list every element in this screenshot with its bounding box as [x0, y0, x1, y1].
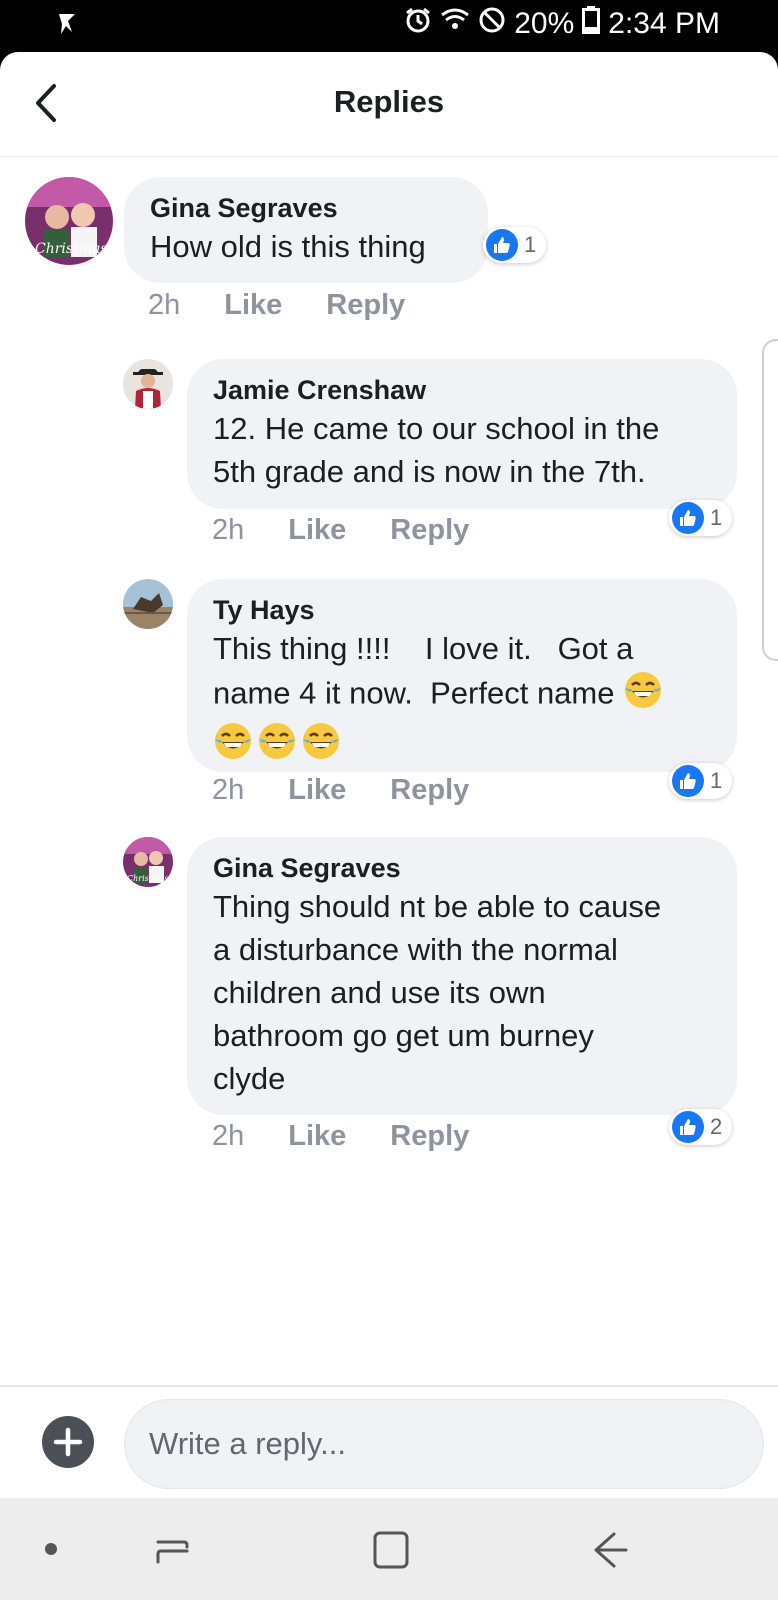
svg-text:Christmas: Christmas — [127, 874, 168, 883]
timestamp: 2h — [212, 774, 245, 806]
comment-bubble: Jamie Crenshaw 12. He came to our school… — [187, 359, 737, 509]
comment-text: This thing !!!! I love it. Got a — [213, 627, 711, 670]
reaction-count[interactable]: 1 — [669, 763, 733, 799]
like-button[interactable]: Like — [224, 289, 282, 322]
like-button[interactable]: Like — [288, 514, 346, 547]
comment-text: a disturbance with the normal — [213, 932, 618, 967]
comment: Christmas Gina Segraves Thing should nt … — [0, 837, 778, 1217]
home-button[interactable] — [372, 1530, 410, 1575]
face-with-tears-of-joy-icon — [257, 721, 297, 772]
comment-text-line: This thing !!!! I love it. Got a — [213, 631, 634, 666]
like-button[interactable]: Like — [288, 774, 346, 807]
home-icon — [373, 1531, 409, 1569]
reaction-number: 2 — [710, 1114, 723, 1139]
reply-composer — [0, 1385, 778, 1498]
face-with-tears-of-joy-icon — [213, 721, 253, 772]
timestamp: 2h — [212, 514, 245, 546]
reply-button[interactable]: Reply — [390, 514, 469, 547]
reaction-count[interactable]: 2 — [669, 1109, 733, 1145]
comment-text: Thing should nt be able to cause — [213, 889, 662, 924]
reply-button[interactable]: Reply — [326, 289, 405, 322]
face-with-tears-of-joy-icon — [623, 670, 663, 721]
reply-button[interactable]: Reply — [390, 774, 469, 807]
comment-text: clyde — [213, 1061, 286, 1096]
like-button[interactable]: Like — [288, 1120, 346, 1153]
reply-button[interactable]: Reply — [390, 1120, 469, 1153]
like-icon — [486, 229, 518, 261]
reaction-number: 1 — [524, 232, 537, 257]
status-icons: 20% 2:34 PM — [404, 6, 720, 42]
back-nav-button[interactable] — [592, 1530, 630, 1575]
comment-meta: 2h Like Reply — [212, 1120, 513, 1153]
wifi-icon — [440, 6, 470, 42]
battery-percent: 20% — [514, 7, 575, 40]
comment-author[interactable]: Jamie Crenshaw — [213, 373, 711, 407]
system-nav-bar — [0, 1498, 778, 1600]
add-attachment-button[interactable] — [42, 1416, 94, 1468]
header: Replies — [0, 52, 778, 157]
page-title: Replies — [333, 84, 445, 119]
comment-text-line: name 4 it now. Perfect name — [213, 675, 615, 711]
reaction-number: 1 — [710, 505, 723, 530]
reaction-count[interactable]: 1 — [483, 227, 547, 263]
avatar[interactable] — [123, 359, 173, 409]
comment: Christmas Gina Segraves How old is this … — [0, 157, 778, 337]
notification-icon — [56, 12, 78, 41]
avatar[interactable]: Christmas — [123, 837, 173, 887]
alarm-icon — [404, 6, 432, 42]
comment-text: 12. He came to our school in the — [213, 411, 660, 446]
battery-icon — [582, 6, 601, 42]
clock: 2:34 PM — [608, 7, 720, 40]
nav-dot-icon[interactable] — [44, 1542, 58, 1561]
replies-thread: Christmas Gina Segraves How old is this … — [0, 157, 778, 1387]
do-not-disturb-icon — [478, 6, 506, 42]
comment-bubble: Gina Segraves How old is this thing — [124, 177, 488, 283]
like-icon — [672, 1111, 704, 1143]
timestamp: 2h — [148, 289, 181, 321]
comment-text: name 4 it now. Perfect name — [213, 670, 711, 721]
face-with-tears-of-joy-icon — [301, 721, 341, 772]
comment-text: bathroom go get um burney — [213, 1018, 594, 1053]
avatar[interactable] — [123, 579, 173, 629]
comment-text: 5th grade and is now in the 7th. — [213, 454, 646, 489]
comment-meta: 2h Like Reply — [148, 289, 449, 322]
comment: Ty Hays This thing !!!! I love it. Got a… — [0, 577, 778, 827]
timestamp: 2h — [212, 1120, 245, 1152]
like-icon — [672, 502, 704, 534]
avatar[interactable]: Christmas — [25, 177, 113, 265]
comment-text: How old is this thing — [150, 229, 426, 264]
comment: Jamie Crenshaw 12. He came to our school… — [0, 357, 778, 567]
recent-apps-icon — [156, 1540, 189, 1564]
replies-screen: Replies Christmas Gina Segraves How old … — [0, 52, 778, 1498]
back-arrow-icon — [594, 1532, 628, 1568]
comment-text: children and use its own — [213, 975, 546, 1010]
svg-text:Christmas: Christmas — [35, 241, 108, 257]
comment-author[interactable]: Gina Segraves — [150, 191, 462, 225]
comment-meta: 2h Like Reply — [212, 514, 513, 547]
comment-bubble: Ty Hays This thing !!!! I love it. Got a… — [187, 579, 737, 772]
comment-meta: 2h Like Reply — [212, 774, 513, 807]
comment-author[interactable]: Ty Hays — [213, 593, 711, 627]
like-icon — [672, 765, 704, 797]
comment-author[interactable]: Gina Segraves — [213, 851, 711, 885]
reaction-number: 1 — [710, 768, 723, 793]
recent-apps-button[interactable] — [154, 1532, 190, 1573]
status-bar: 20% 2:34 PM — [0, 0, 778, 52]
reaction-count[interactable]: 1 — [669, 500, 733, 536]
plus-icon — [53, 1427, 83, 1457]
comment-bubble: Gina Segraves Thing should nt be able to… — [187, 837, 737, 1115]
emoji-row — [213, 721, 711, 764]
reply-input[interactable] — [124, 1399, 764, 1489]
